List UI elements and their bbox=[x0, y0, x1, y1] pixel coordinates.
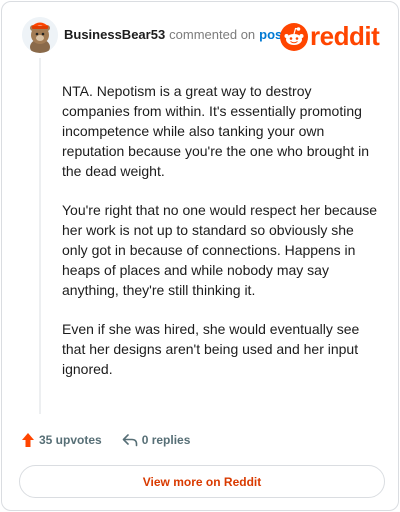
upvote-button[interactable]: 35 upvotes bbox=[21, 432, 102, 448]
comment-stats: 35 upvotes 0 replies bbox=[21, 430, 190, 450]
reddit-logo[interactable]: reddit bbox=[280, 21, 384, 51]
thread-line bbox=[39, 58, 41, 414]
replies-button[interactable]: 0 replies bbox=[122, 433, 191, 447]
upvote-count: 35 upvotes bbox=[39, 433, 102, 447]
action-text: commented on bbox=[169, 27, 256, 42]
reddit-wordmark: reddit bbox=[310, 21, 380, 51]
avatar[interactable] bbox=[22, 17, 58, 53]
comment-header: BusinessBear53 commented on post reddit bbox=[22, 17, 384, 53]
reddit-logo-icon bbox=[280, 23, 308, 51]
embedded-comment-card: BusinessBear53 commented on post reddit NT… bbox=[1, 1, 399, 511]
comment-body: NTA. Nepotism is a great way to destroy … bbox=[62, 81, 380, 398]
comment-paragraph: NTA. Nepotism is a great way to destroy … bbox=[62, 83, 370, 179]
comment-paragraph: Even if she was hired, she would eventua… bbox=[62, 321, 360, 377]
username-link[interactable]: BusinessBear53 bbox=[64, 27, 165, 42]
comment-paragraph: You're right that no one would respect h… bbox=[62, 202, 378, 298]
reply-arrow-icon bbox=[122, 434, 138, 447]
upvote-arrow-icon bbox=[22, 433, 34, 447]
comment-meta: BusinessBear53 commented on post bbox=[64, 27, 287, 42]
view-more-on-reddit-button[interactable]: View more on Reddit bbox=[19, 465, 385, 498]
replies-count: 0 replies bbox=[141, 433, 191, 447]
